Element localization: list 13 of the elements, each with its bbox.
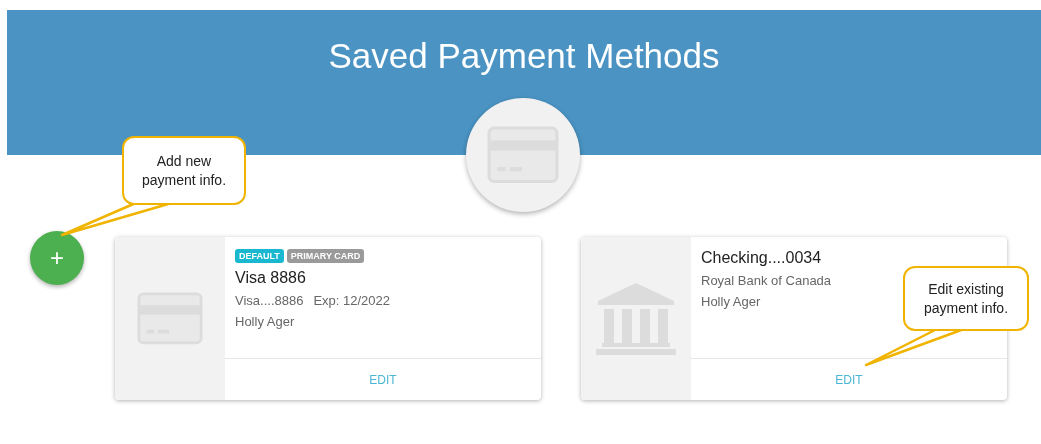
method-detail: Royal Bank of Canada xyxy=(701,273,832,288)
holder-name: Holly Ager xyxy=(235,314,296,329)
method-name: Visa 8886 xyxy=(235,269,307,287)
method-detail: Visa....8886 xyxy=(235,293,304,308)
edit-link[interactable]: EDIT xyxy=(369,372,397,387)
add-button[interactable]: + xyxy=(30,231,84,285)
page-title: Saved Payment Methods xyxy=(328,36,720,76)
callout-bubble: Add new payment info. xyxy=(122,136,246,205)
method-detail: Exp: 12/2022 xyxy=(313,293,391,308)
edit-link[interactable]: EDIT xyxy=(835,372,863,387)
status-badge: DEFAULT xyxy=(235,249,284,263)
method-name: Checking....0034 xyxy=(701,249,823,267)
status-badge: PRIMARY CARD xyxy=(286,249,365,263)
